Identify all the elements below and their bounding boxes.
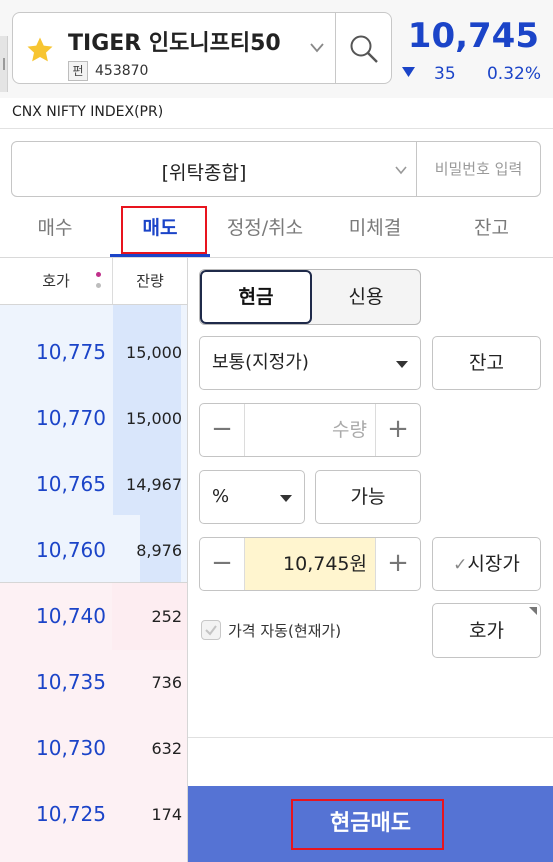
current-price: 10,745 [407,16,539,56]
bid-price[interactable]: 10,740 [0,604,112,628]
unit-label: % [212,486,230,507]
check-icon: ✓ [453,555,468,575]
highlight-box [291,799,444,850]
ask-price[interactable]: 10,765 [0,472,112,496]
cash-option[interactable]: 현금 [200,270,312,324]
price-minus-button[interactable]: − [200,538,245,590]
chevron-down-icon[interactable] [394,164,408,176]
price-change: 35 [434,64,456,84]
divider [187,258,188,862]
stock-info[interactable]: TIGER 인도니프티50 펀 453870 [13,13,335,83]
ask-price[interactable]: 10,770 [0,406,112,430]
highlight-box [121,206,207,254]
bid-qty: 174 [151,805,182,824]
bid-price[interactable]: 10,725 [0,802,112,826]
qty-minus-button[interactable]: − [200,404,245,456]
tab-balance[interactable]: 잔고 [430,206,553,256]
ask-qty: 14,967 [126,475,182,494]
bid-price[interactable]: 10,735 [0,670,112,694]
ask-qty: 15,000 [126,343,182,362]
stock-code: 453870 [95,63,149,79]
cash-credit-toggle[interactable]: 현금 신용 [199,269,421,325]
quote-button[interactable]: 호가 [432,603,541,658]
divider [0,582,188,583]
balance-button[interactable]: 잔고 [432,336,541,390]
index-name: CNX NIFTY INDEX(PR) [12,104,164,120]
dropdown-arrow-icon [280,495,292,502]
ask-qty: 8,976 [136,541,182,560]
account-label[interactable]: [위탁종합] [12,158,396,185]
corner-indicator-icon [529,607,537,615]
password-input[interactable] [417,142,540,196]
order-type-label: 보통(지정가) [212,352,309,373]
bid-price[interactable]: 10,730 [0,736,112,760]
bid-qty: 632 [151,739,182,758]
account-selector[interactable]: [위탁종합] [11,141,541,197]
search-icon [350,35,378,63]
tab-unfilled[interactable]: 미체결 [320,206,430,256]
quantity-stepper[interactable]: − 수량 + [199,403,421,457]
stock-selector[interactable]: TIGER 인도니프티50 펀 453870 [12,12,392,84]
price-change-percent: 0.32% [486,64,541,84]
down-triangle-icon [402,67,415,77]
quantity-input[interactable]: 수량 [245,404,375,456]
qty-plus-button[interactable]: + [375,404,420,456]
credit-option[interactable]: 신용 [312,270,420,324]
star-icon[interactable] [25,35,55,65]
dropdown-arrow-icon [396,361,408,368]
available-button[interactable]: 가능 [315,470,421,524]
orderbook-price-header: 호가 [0,258,112,304]
tab-modify-cancel[interactable]: 정정/취소 [210,206,320,256]
bid-qty: 252 [151,607,182,626]
divider [0,128,553,129]
chevron-down-icon[interactable] [309,41,325,55]
tab-buy[interactable]: 매수 [0,206,110,256]
ask-qty-bar [113,372,181,438]
market-price-button[interactable]: ✓시장가 [432,537,541,591]
indicator-dot [96,283,101,288]
price-stepper[interactable]: − 10,745원 + [199,537,421,591]
price-plus-button[interactable]: + [375,538,420,590]
stock-name: TIGER 인도니프티50 [68,31,281,56]
grip-icon [3,58,5,70]
price-input[interactable]: 10,745원 [245,538,375,590]
order-type-select[interactable]: 보통(지정가) [199,336,421,390]
quote-label: 호가 [469,620,504,642]
fund-badge: 펀 [68,61,88,81]
ask-price[interactable]: 10,760 [0,538,112,562]
indicator-dot [96,272,101,277]
active-tab-indicator [110,254,210,257]
ask-qty: 15,000 [126,409,182,428]
bid-qty: 736 [151,673,182,692]
unit-select[interactable]: % [199,470,305,524]
search-button[interactable] [335,13,391,83]
divider [112,258,113,304]
market-price-label: 시장가 [467,553,520,575]
ask-price[interactable]: 10,775 [0,340,112,364]
divider [188,737,553,738]
check-icon [205,625,217,636]
auto-price-label: 가격 자동(현재가) [228,622,342,640]
orderbook-qty-header: 잔량 [113,258,187,304]
auto-price-checkbox[interactable] [201,620,221,640]
